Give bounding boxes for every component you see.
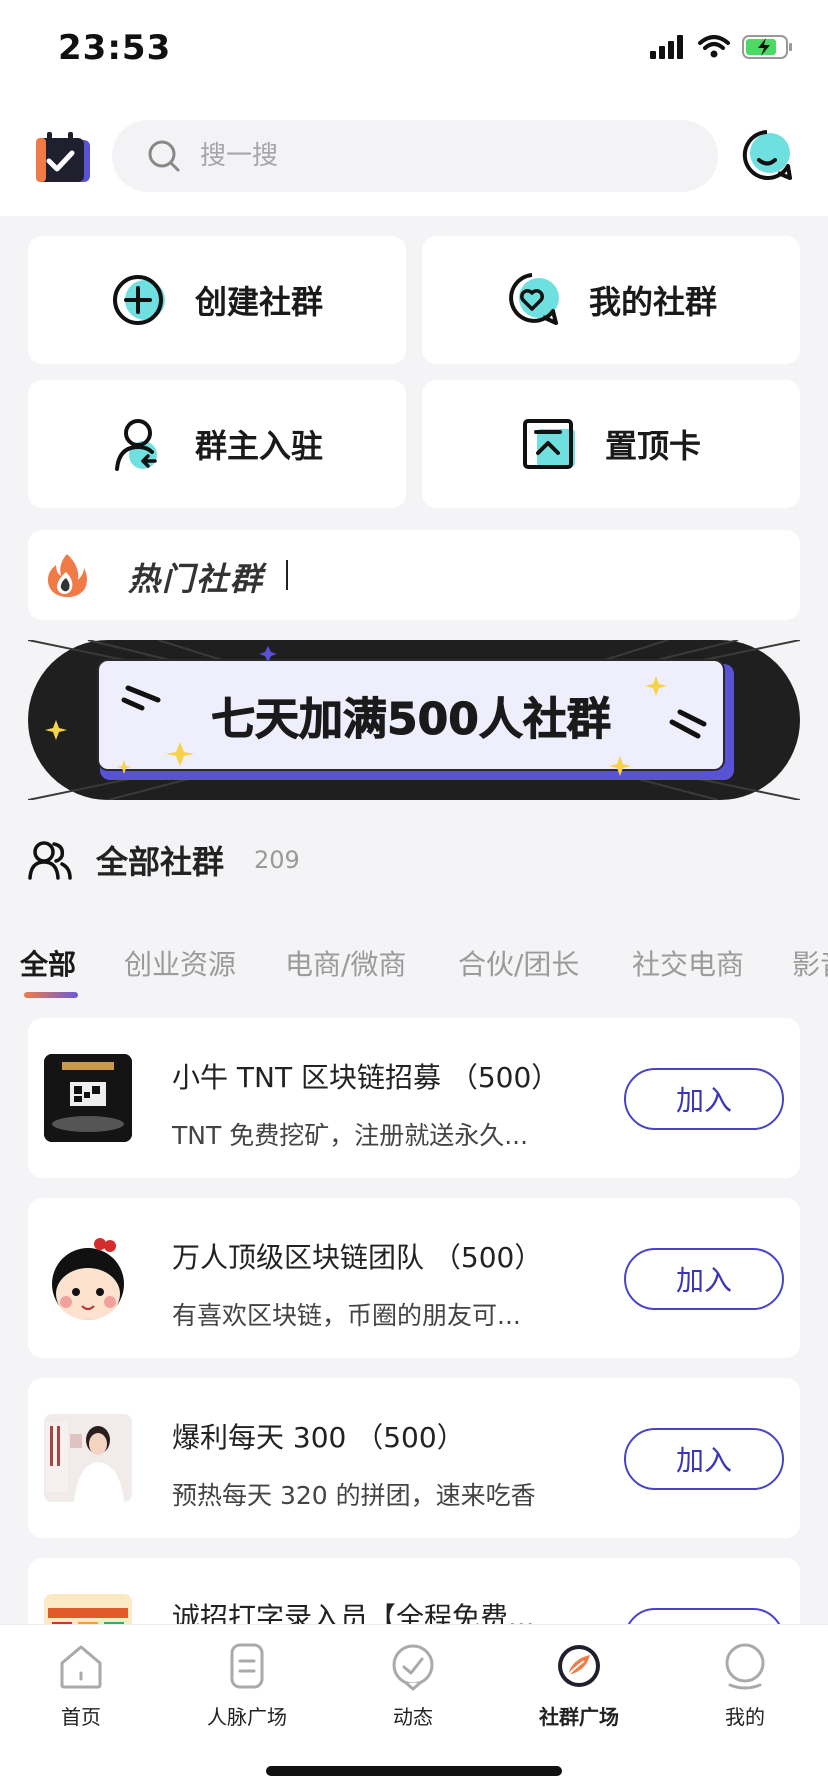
tabbar-community-label: 社群广场 (539, 1705, 619, 1729)
status-bar: 23:53 (0, 0, 828, 100)
active-tab-indicator (24, 992, 78, 998)
status-icons (650, 34, 794, 60)
group-thumbnail (44, 1054, 132, 1142)
tab-startup-resources[interactable]: 创业资源 (124, 943, 236, 983)
all-communities-count: 209 (254, 846, 300, 874)
tabbar-contacts-label: 人脉广场 (207, 1705, 287, 1729)
hot-communities-title: 热门社群 (128, 560, 265, 598)
tabbar-profile-label: 我的 (725, 1705, 765, 1729)
group-thumbnail (44, 1234, 132, 1322)
profile-icon (725, 1643, 765, 1690)
community-list: 小牛 TNT 区块链招募 （500） TNT 免费挖矿，注册就送永久... 加入… (28, 1018, 800, 1624)
owner-join-label: 群主入驻 (194, 427, 323, 465)
banner-text: 七天加满500人社群 (211, 694, 611, 745)
heart-chat-icon (509, 273, 559, 325)
list-item[interactable]: 爆利每天 300 （500） 预热每天 320 的拼团，速来吃香 加入 (28, 1378, 800, 1538)
list-item[interactable]: 万人顶级区块链团队 （500） 有喜欢区块链，币圈的朋友可... 加入 (28, 1198, 800, 1358)
all-communities-header: 全部社群 209 (28, 835, 300, 885)
join-button[interactable]: 加入 (624, 1428, 784, 1490)
feed-icon (392, 1644, 434, 1691)
join-button[interactable]: 加入 (624, 1608, 784, 1624)
pin-top-icon (522, 419, 575, 469)
group-title: 万人顶级区块链团队 （500） (172, 1241, 543, 1274)
create-community-label: 创建社群 (194, 283, 323, 321)
group-users-icon (28, 841, 72, 880)
category-tabs: 全部 创业资源 电商/微商 合伙/团长 社交电商 影音 (0, 935, 828, 1005)
flame-icon (47, 554, 87, 598)
all-communities-title: 全部社群 (96, 843, 225, 881)
tab-media[interactable]: 影音 (792, 943, 828, 983)
list-item[interactable]: 小牛 TNT 区块链招募 （500） TNT 免费挖矿，注册就送永久... 加入 (28, 1018, 800, 1178)
join-button[interactable]: 加入 (624, 1068, 784, 1130)
status-time: 23:53 (58, 28, 172, 68)
tabbar-feed-label: 动态 (393, 1705, 433, 1729)
tabbar-profile[interactable]: 我的 (690, 1641, 800, 1730)
pin-card-button[interactable]: 置顶卡 (422, 380, 800, 508)
tabbar-contacts[interactable]: 人脉广场 (192, 1641, 302, 1730)
search-input[interactable] (200, 141, 600, 171)
group-description: TNT 免费挖矿，注册就送永久... (172, 1121, 529, 1150)
user-add-icon (114, 419, 157, 471)
join-button[interactable]: 加入 (624, 1248, 784, 1310)
group-title: 爆利每天 300 （500） (172, 1421, 465, 1454)
tab-partner-leader[interactable]: 合伙/团长 (458, 943, 579, 983)
hot-communities-bar[interactable]: 热门社群 (28, 530, 800, 620)
home-icon (60, 1645, 102, 1689)
chat-bubble-icon[interactable] (740, 128, 794, 182)
group-description: 有喜欢区块链，币圈的朋友可... (172, 1301, 521, 1330)
wifi-icon (698, 35, 730, 58)
group-description: 预热每天 320 的拼团，速来吃香 (172, 1481, 536, 1510)
signal-icon (650, 35, 683, 59)
home-indicator (266, 1766, 562, 1776)
top-header (0, 100, 828, 216)
tabbar-feed[interactable]: 动态 (358, 1641, 468, 1730)
search-bar[interactable] (112, 120, 718, 192)
calendar-check-icon[interactable] (34, 128, 92, 186)
my-communities-label: 我的社群 (588, 283, 717, 321)
search-icon (148, 140, 180, 172)
tab-ecommerce[interactable]: 电商/微商 (285, 943, 406, 983)
pin-card-label: 置顶卡 (604, 427, 701, 465)
group-thumbnail (44, 1594, 132, 1624)
tab-all[interactable]: 全部 (20, 943, 76, 983)
tabbar-home[interactable]: 首页 (26, 1641, 136, 1730)
community-icon (558, 1645, 600, 1687)
text-cursor (286, 560, 288, 590)
tabbar-home-label: 首页 (61, 1705, 101, 1729)
contacts-icon (230, 1643, 264, 1689)
promo-banner[interactable]: 七天加满500人社群 (28, 640, 800, 800)
owner-join-button[interactable]: 群主入驻 (28, 380, 406, 508)
tab-social-ecommerce[interactable]: 社交电商 (632, 943, 744, 983)
create-community-button[interactable]: 创建社群 (28, 236, 406, 364)
tabbar-community[interactable]: 社群广场 (524, 1641, 634, 1730)
battery-icon (742, 35, 792, 59)
plus-circle-icon (112, 275, 165, 325)
group-thumbnail (44, 1414, 132, 1502)
my-communities-button[interactable]: 我的社群 (422, 236, 800, 364)
group-title: 诚招打字录入员【全程免费... (172, 1601, 535, 1624)
group-title: 小牛 TNT 区块链招募 （500） (172, 1061, 560, 1094)
list-item[interactable]: 诚招打字录入员【全程免费... 加入 (28, 1558, 800, 1624)
